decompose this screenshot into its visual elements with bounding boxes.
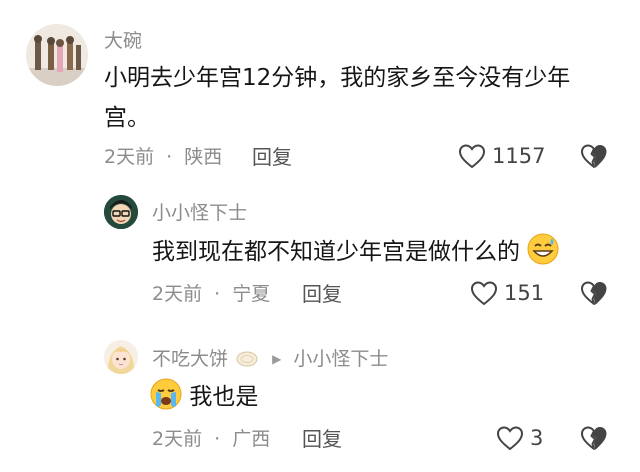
heart-outline-icon <box>496 426 524 451</box>
dislike-button[interactable] <box>580 425 608 453</box>
comment-location: 陕西 <box>184 146 223 168</box>
broken-heart-icon <box>581 426 607 450</box>
grin-sweat-emoji <box>527 233 559 278</box>
avatar-image <box>26 24 88 86</box>
dislike-button[interactable] <box>580 143 608 171</box>
comment-text: 我也是 <box>189 384 259 410</box>
like-count: 1157 <box>492 144 546 168</box>
dislike-button[interactable] <box>580 280 608 308</box>
reply-button[interactable]: 回复 <box>302 427 342 451</box>
crying-emoji <box>150 378 182 423</box>
flatbread-emoji <box>236 350 258 374</box>
heart-outline-icon <box>470 281 498 306</box>
comment-author-row: 不吃大饼 ▶ 小小怪下士 <box>152 347 388 374</box>
comment-time: 2天前 <box>104 146 155 168</box>
comment-location: 宁夏 <box>232 283 271 305</box>
comment-author[interactable]: 小小怪下士 <box>152 201 247 225</box>
comment-time: 2天前 <box>152 428 203 450</box>
comment-location: 广西 <box>232 428 271 450</box>
broken-heart-icon <box>581 144 607 168</box>
comment-author[interactable]: 不吃大饼 <box>152 348 228 370</box>
reply-to-author[interactable]: 小小怪下士 <box>293 348 388 370</box>
reply-button[interactable]: 回复 <box>302 282 342 306</box>
meta-separator: · <box>166 146 173 168</box>
comment-text: 小明去少年宫12分钟，我的家乡至今没有少年宫。 <box>104 65 571 131</box>
meta-separator: · <box>214 283 221 305</box>
comment-text-row: 我也是 <box>150 377 258 423</box>
avatar-image <box>104 340 138 374</box>
avatar[interactable] <box>104 340 138 374</box>
like-count: 151 <box>504 281 545 305</box>
like-count: 3 <box>530 426 544 450</box>
comment-text: 我到现在都不知道少年宫是做什么的 <box>152 239 520 265</box>
like-button[interactable]: 3 <box>496 425 543 451</box>
comment-meta: 2天前 · 宁夏 <box>152 282 270 306</box>
heart-outline-icon <box>458 144 486 169</box>
triangle-right-icon: ▶ <box>272 352 282 366</box>
avatar[interactable] <box>104 195 138 229</box>
comment-time: 2天前 <box>152 283 203 305</box>
like-button[interactable]: 1157 <box>458 143 545 169</box>
meta-separator: · <box>214 428 221 450</box>
avatar-image <box>104 195 138 229</box>
comment-thread: 大碗 小明去少年宫12分钟，我的家乡至今没有少年宫。 2天前 · 陕西 回复 1… <box>0 0 640 472</box>
reply-button[interactable]: 回复 <box>252 145 292 169</box>
comment-text-row: 我到现在都不知道少年宫是做什么的 <box>152 232 559 278</box>
broken-heart-icon <box>581 281 607 305</box>
like-button[interactable]: 151 <box>470 280 544 306</box>
comment-author[interactable]: 大碗 <box>104 29 142 53</box>
comment-meta: 2天前 · 陕西 <box>104 145 222 169</box>
avatar[interactable] <box>26 24 88 86</box>
comment-meta: 2天前 · 广西 <box>152 427 270 451</box>
